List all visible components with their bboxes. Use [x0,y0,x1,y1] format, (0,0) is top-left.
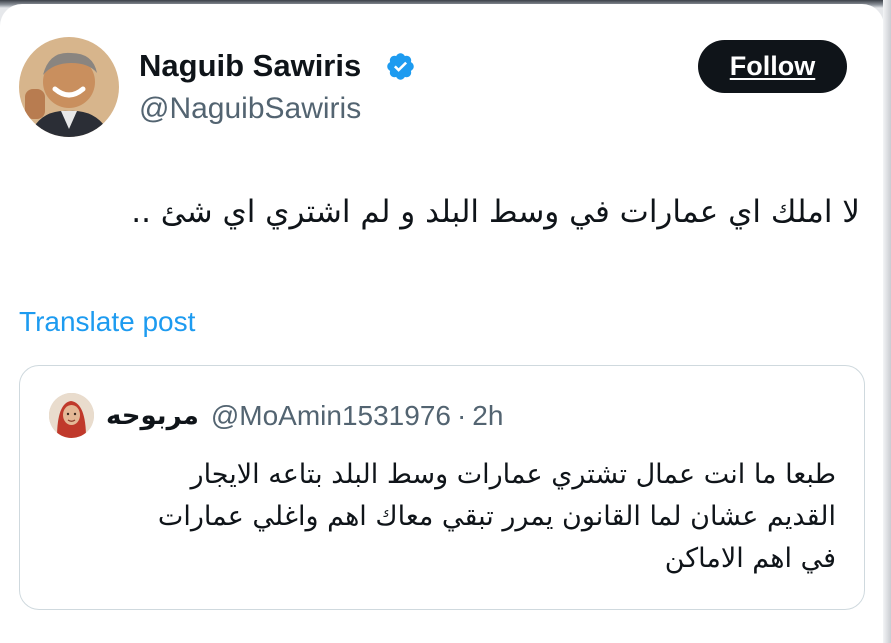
author-avatar-image [19,37,119,137]
author-name[interactable]: Naguib Sawiris [139,48,361,84]
author-handle[interactable]: @NaguibSawiris [139,92,361,126]
quote-author-avatar[interactable] [49,393,94,438]
quote-text-line: القديم عشان لما القانون يمرر تبقي معاك ا… [157,501,836,532]
translate-post-link[interactable]: Translate post [19,306,195,338]
quote-timestamp[interactable]: 2h [472,400,503,432]
quote-text-line: طبعا ما انت عمال تشتري عمارات وسط البلد … [190,459,836,490]
quote-header: مربوحه @MoAmin1531976 · 2h [106,396,503,436]
quote-text-line: في اهم الاماكن [664,543,836,574]
post-card: Naguib Sawiris @NaguibSawiris Follow لا … [0,4,884,643]
verified-badge-icon [387,53,414,80]
quote-author-handle[interactable]: @MoAmin1531976 [211,400,451,432]
quote-author-name[interactable]: مربوحه [106,401,199,431]
quote-text: طبعا ما انت عمال تشتري عمارات وسط البلد … [56,454,836,580]
right-edge [883,0,891,643]
post-text: لا املك اي عمارات في وسط البلد و لم اشتر… [131,194,860,230]
quote-avatar-image [49,393,94,438]
author-avatar[interactable] [19,37,119,137]
quote-separator: · [456,400,467,431]
quoted-post[interactable]: مربوحه @MoAmin1531976 · 2h طبعا ما انت ع… [19,365,865,610]
follow-button[interactable]: Follow [698,40,847,93]
